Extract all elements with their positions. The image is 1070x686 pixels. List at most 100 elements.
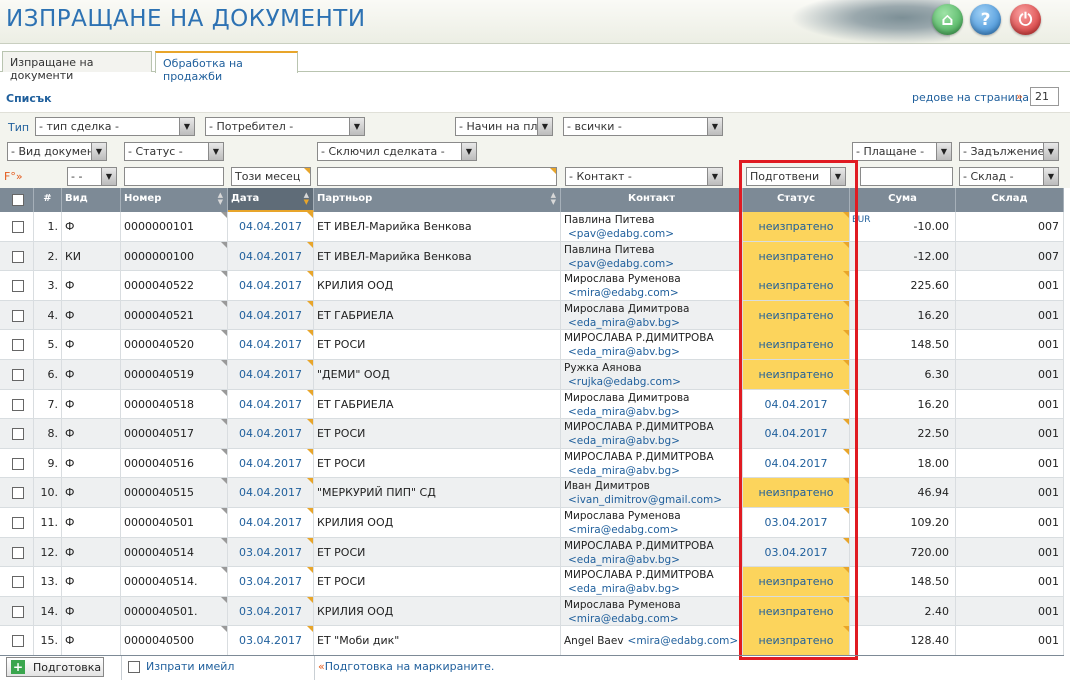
status-cell-value[interactable]: неизпратено [759,605,834,618]
row-checkbox[interactable] [12,428,24,441]
row-checkbox[interactable] [12,280,24,293]
table-row[interactable]: 1. Ф 0000000101 04.04.2017 ЕТ ИВЕЛ-Марийка В… [0,212,1064,242]
row-checkbox[interactable] [12,546,24,559]
user-select[interactable]: - Потребител - ▼ [205,117,365,136]
table-row[interactable]: 6. Ф 0000040519 04.04.2017 "ДЕМИ" ООД Ружка А… [0,360,1064,390]
status-cell-value[interactable]: неизпратено [759,338,834,351]
liability-select[interactable]: - Задължение - ▼ [959,142,1059,161]
col-status[interactable]: Статус [743,188,850,212]
date-cell-value[interactable]: 04.04.2017 [239,398,302,411]
status-cell-value[interactable]: неизпратено [759,368,834,381]
row-checkbox[interactable] [12,398,24,411]
status-cell-value[interactable]: неизпратено [759,220,834,233]
col-date[interactable]: Дата ▲ ▼ [228,188,314,212]
row-checkbox[interactable] [12,250,24,263]
date-cell-value[interactable]: 03.04.2017 [239,605,302,618]
status-cell-value[interactable]: неизпратено [759,634,834,647]
row-checkbox[interactable] [12,309,24,322]
col-contact[interactable]: Контакт [561,188,743,212]
status-select[interactable]: - Статус - ▼ [124,142,224,161]
col-sum[interactable]: Сума [850,188,956,212]
table-row[interactable]: 5. Ф 0000040520 04.04.2017 ЕТ РОСИ МИРОСЛАВА … [0,330,1064,360]
home-button[interactable]: ⌂ [932,4,963,35]
tab-send-documents[interactable]: Изпращане на документи [2,51,152,82]
status-cell-value[interactable]: неизпратено [759,309,834,322]
col-number[interactable]: Номер ▲ ▼ [121,188,228,212]
concluded-by-select[interactable]: - Сключил сделката - ▼ [317,142,477,161]
date-cell-value[interactable]: 04.04.2017 [239,338,302,351]
sum-filter-input[interactable] [860,167,953,186]
contact-email-link[interactable]: <eda_mira@abv.bg> [564,583,680,595]
select-all-checkbox[interactable] [12,194,24,206]
row-checkbox[interactable] [12,635,24,648]
period-select[interactable]: Този месец [231,167,311,186]
rows-per-page-input[interactable]: 21 [1030,87,1059,106]
col-warehouse[interactable]: Склад [956,188,1064,212]
contact-email-link[interactable]: <eda_mira@abv.bg> [564,346,680,358]
status-cell-value[interactable]: 03.04.2017 [765,516,828,529]
status-cell-value[interactable]: 03.04.2017 [765,546,828,559]
date-cell-value[interactable]: 03.04.2017 [239,546,302,559]
contact-email-link[interactable]: <ivan_dimitrov@gmail.com> [564,494,722,506]
status-cell-value[interactable]: неизпратено [759,279,834,292]
date-cell-value[interactable]: 04.04.2017 [239,368,302,381]
contact-email-link[interactable]: <eda_mira@abv.bg> [564,554,680,566]
payment-method-select[interactable]: - Начин на плащане▼ [455,117,553,136]
date-cell-value[interactable]: 04.04.2017 [239,427,302,440]
logout-button[interactable]: ⏻ [1010,4,1041,35]
date-cell-value[interactable]: 04.04.2017 [239,220,302,233]
status-cell-value[interactable]: 04.04.2017 [765,398,828,411]
contact-email-link[interactable]: <eda_mira@abv.bg> [564,435,680,447]
contact-email-link[interactable]: <eda_mira@abv.bg> [564,406,680,418]
status-cell-value[interactable]: 04.04.2017 [765,457,828,470]
contact-email-link[interactable]: <mira@edabg.com> [564,613,679,625]
row-checkbox[interactable] [12,576,24,589]
payment-select[interactable]: - Плащане - ▼ [852,142,952,161]
row-checkbox[interactable] [12,339,24,352]
status-cell-value[interactable]: неизпратено [759,575,834,588]
warehouse-select[interactable]: - Склад - ▼ [959,167,1059,186]
number-filter-input[interactable] [124,167,224,186]
contact-email-link[interactable]: <pav@edabg.com> [564,228,674,240]
date-cell-value[interactable]: 04.04.2017 [239,250,302,263]
contact-email-link[interactable]: <eda_mira@abv.bg> [564,465,680,477]
row-checkbox[interactable] [12,517,24,529]
table-row[interactable]: 10. Ф 0000040515 04.04.2017 "МЕРКУРИЙ ПИП" С… [0,478,1064,508]
all-select[interactable]: - всички - ▼ [563,117,723,136]
table-row[interactable]: 9. Ф 0000040516 04.04.2017 ЕТ РОСИ МИРОСЛАВА … [0,448,1064,479]
table-row[interactable]: 14. Ф 0000040501. 03.04.2017 КРИЛИЯ ООД Мирос… [0,596,1064,627]
row-checkbox[interactable] [12,605,24,618]
prepare-marked-link[interactable]: «Подготовка на маркираните. [318,660,494,673]
contact-email-link[interactable]: <mira@edabg.com> [564,524,679,536]
help-button[interactable]: ? [970,4,1001,35]
contact-select[interactable]: - Контакт - ▼ [565,167,723,186]
table-row[interactable]: 12. Ф 0000040514 03.04.2017 ЕТ РОСИ МИРОСЛАВА… [0,537,1064,568]
date-cell-value[interactable]: 04.04.2017 [239,486,302,499]
date-cell-value[interactable]: 04.04.2017 [239,516,302,529]
row-checkbox[interactable] [12,221,24,233]
prepared-select[interactable]: Подготвени ▼ [746,167,846,186]
row-checkbox[interactable] [12,369,24,381]
date-cell-value[interactable]: 04.04.2017 [239,457,302,470]
doc-type-select[interactable]: - Вид документ - ▼ [7,142,107,161]
row-checkbox[interactable] [12,487,24,500]
status-cell-value[interactable]: 04.04.2017 [765,427,828,440]
contact-email-link[interactable]: <mira@edabg.com> [624,635,739,647]
deal-type-select[interactable]: - тип сделка - ▼ [35,117,195,136]
contact-email-link[interactable]: <pav@edabg.com> [564,258,674,270]
table-row[interactable]: 11. Ф 0000040501 04.04.2017 КРИЛИЯ ООД Миросл… [0,508,1064,538]
contact-email-link[interactable]: <eda_mira@abv.bg> [564,317,680,329]
date-cell-value[interactable]: 03.04.2017 [239,575,302,588]
table-row[interactable]: 3. Ф 0000040522 04.04.2017 КРИЛИЯ ООД Миросла… [0,271,1064,301]
partner-filter-input[interactable] [317,167,557,186]
contact-email-link[interactable]: <rujka@edabg.com> [564,376,681,388]
date-cell-value[interactable]: 03.04.2017 [239,634,302,647]
table-row[interactable]: 4. Ф 0000040521 04.04.2017 ЕТ ГАБРИЕЛА Миросл… [0,300,1064,331]
table-row[interactable]: 2. КИ 0000000100 04.04.2017 ЕТ ИВЕЛ-Марийка … [0,241,1064,272]
dash-select[interactable]: - - ▼ [67,167,117,186]
status-cell-value[interactable]: неизпратено [759,486,834,499]
col-type[interactable]: Вид [62,188,121,212]
row-checkbox[interactable] [12,457,24,470]
col-partner[interactable]: Партньор ▲ ▼ [314,188,561,212]
date-cell-value[interactable]: 04.04.2017 [239,279,302,292]
